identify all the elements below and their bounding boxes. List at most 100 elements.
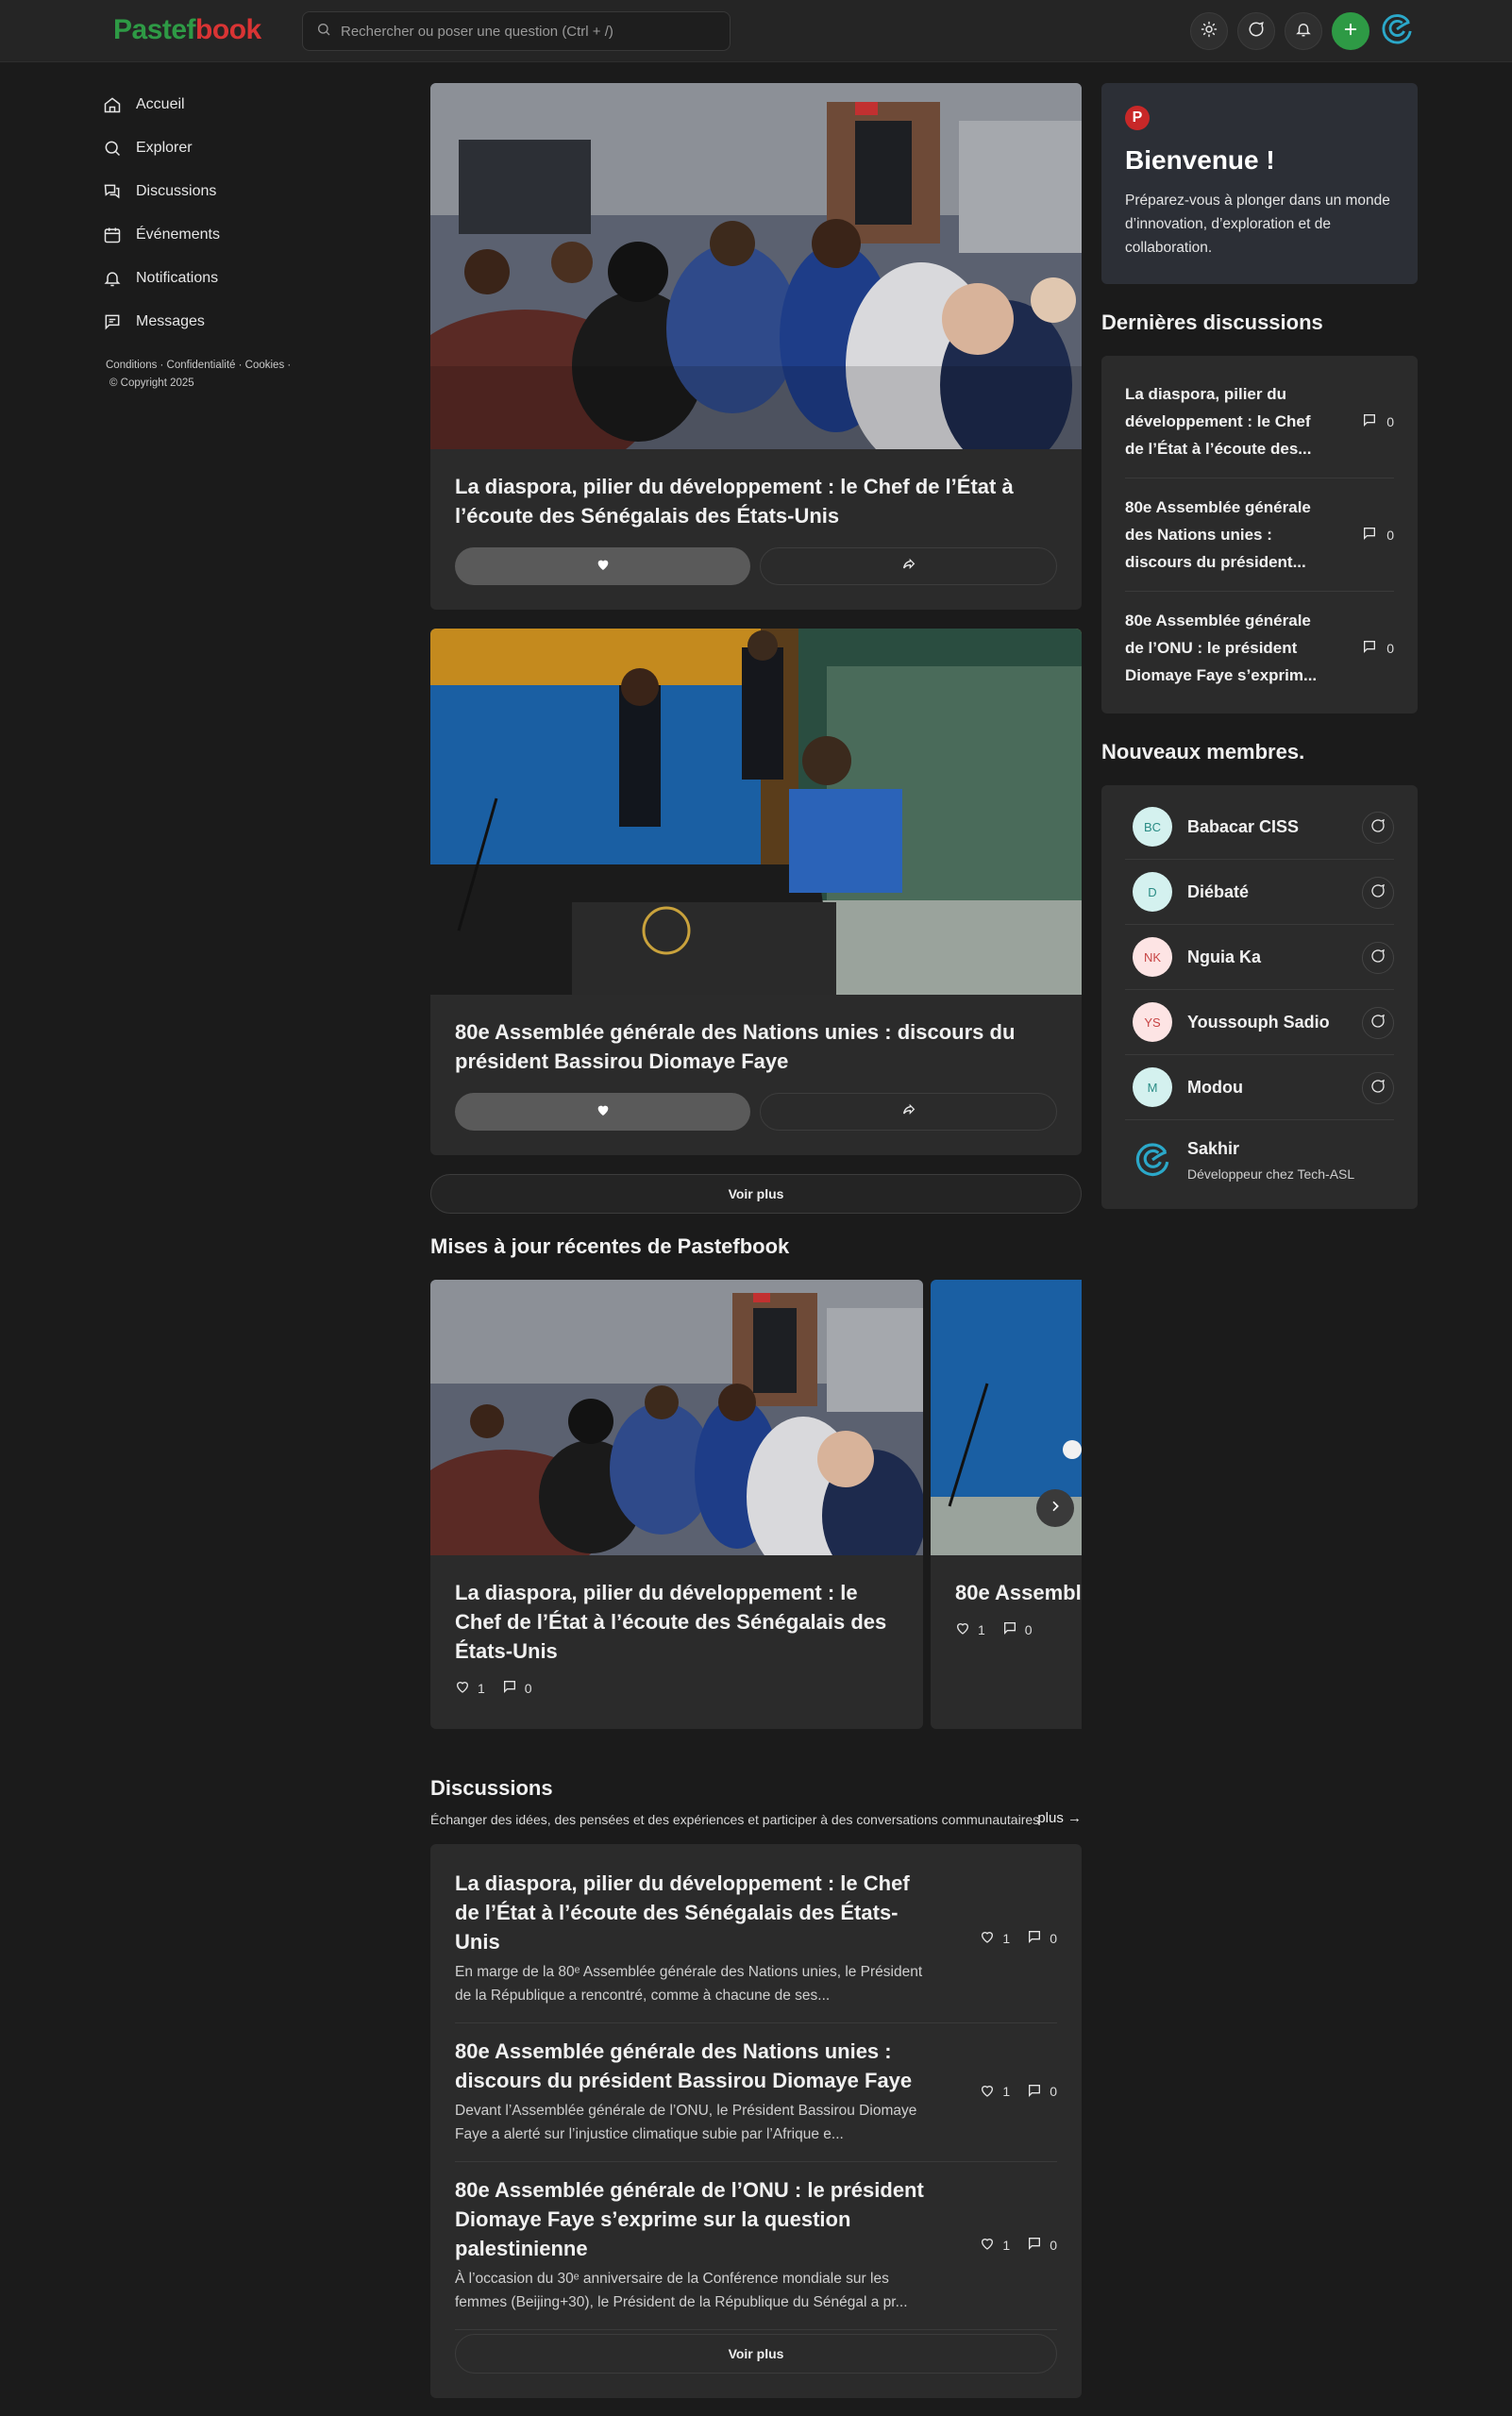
discussion-title[interactable]: 80e Assemblée générale de l’ONU : le pré… bbox=[455, 2175, 936, 2263]
discussion-excerpt: Devant l’Assemblée générale de l’ONU, le… bbox=[455, 2103, 917, 2142]
search-box[interactable] bbox=[302, 11, 731, 51]
member-name[interactable]: Babacar CISS bbox=[1187, 817, 1299, 837]
member-name[interactable]: Nguia Ka bbox=[1187, 948, 1261, 967]
post-title[interactable]: 80e Assemblée générale des Nations unies… bbox=[455, 1017, 1057, 1076]
comment-count[interactable]: 0 bbox=[1027, 2236, 1057, 2254]
discussion-title[interactable]: 80e Assemblée générale des Nations unies… bbox=[455, 2037, 936, 2095]
share-button[interactable] bbox=[760, 1093, 1057, 1131]
discussion-excerpt: À l’occasion du 30ᵉ anniversaire de la C… bbox=[455, 2271, 908, 2310]
comment-count[interactable]: 0 bbox=[1027, 2083, 1057, 2101]
profile-button[interactable] bbox=[1378, 12, 1416, 50]
latest-discussion-item[interactable]: 80e Assemblée générale des Nations unies… bbox=[1125, 478, 1394, 592]
search-input[interactable] bbox=[341, 23, 718, 40]
member-name[interactable]: Youssouph Sadio bbox=[1187, 1013, 1330, 1032]
member-name[interactable]: Modou bbox=[1187, 1078, 1243, 1098]
sidebar-item-evenements[interactable]: Événements bbox=[102, 213, 328, 257]
post-card[interactable]: 80e Assemblée générale des Nations unies… bbox=[430, 629, 1082, 1155]
like-count[interactable]: 1 bbox=[980, 2083, 1010, 2101]
comment-icon bbox=[1027, 2083, 1042, 2101]
carousel-next-button[interactable] bbox=[1036, 1489, 1074, 1527]
latest-discussions-title: Dernières discussions bbox=[1101, 310, 1323, 334]
discussions-more-link[interactable]: plus → bbox=[1037, 1810, 1082, 1826]
main-feed: La diaspora, pilier du développement : l… bbox=[430, 83, 1082, 2398]
discussion-item[interactable]: La diaspora, pilier du développement : l… bbox=[455, 1855, 1057, 2023]
developer-name[interactable]: Sakhir bbox=[1187, 1139, 1354, 1159]
message-member-button[interactable] bbox=[1362, 1007, 1394, 1039]
comment-icon bbox=[502, 1679, 517, 1697]
post-image bbox=[430, 83, 1082, 449]
sun-icon bbox=[1201, 21, 1218, 42]
message-member-button[interactable] bbox=[1362, 812, 1394, 844]
chat-icon bbox=[1370, 818, 1386, 838]
member-item[interactable]: YS Youssouph Sadio bbox=[1125, 990, 1394, 1055]
heart-icon bbox=[955, 1620, 970, 1638]
welcome-card: P Bienvenue ! Préparez-vous à plonger da… bbox=[1101, 83, 1418, 284]
discussion-item[interactable]: 80e Assemblée générale des Nations unies… bbox=[455, 2023, 1057, 2162]
message-member-button[interactable] bbox=[1362, 877, 1394, 909]
comment-icon bbox=[1027, 2236, 1042, 2254]
update-title[interactable]: 80e Assemblée générale des Nations unies… bbox=[955, 1578, 1082, 1607]
search-icon bbox=[102, 138, 123, 159]
sidebar-item-accueil[interactable]: Accueil bbox=[102, 83, 328, 126]
sidebar-item-discussions[interactable]: Discussions bbox=[102, 170, 328, 213]
comment-count: 0 bbox=[1362, 412, 1394, 430]
discussions-icon bbox=[102, 181, 123, 202]
comment-count[interactable]: 0 bbox=[502, 1679, 532, 1697]
post-title[interactable]: La diaspora, pilier du développement : l… bbox=[455, 472, 1057, 530]
chat-button[interactable] bbox=[1237, 12, 1275, 50]
sidebar-item-notifications[interactable]: Notifications bbox=[102, 257, 328, 300]
update-card[interactable]: La diaspora, pilier du développement : l… bbox=[430, 1280, 923, 1729]
chat-icon bbox=[1370, 1079, 1386, 1099]
discussions-title: Discussions bbox=[430, 1776, 553, 1800]
comment-icon bbox=[1362, 639, 1377, 657]
feed-voir-plus-button[interactable]: Voir plus bbox=[430, 1174, 1082, 1214]
comment-count[interactable]: 0 bbox=[1002, 1620, 1033, 1638]
member-name[interactable]: Diébaté bbox=[1187, 882, 1249, 902]
footer-links[interactable]: Conditions · Confidentialité · Cookies · bbox=[106, 357, 328, 375]
updates-carousel[interactable]: La diaspora, pilier du développement : l… bbox=[430, 1280, 1082, 1729]
member-item[interactable]: D Diébaté bbox=[1125, 860, 1394, 925]
member-item[interactable]: BC Babacar CISS bbox=[1125, 795, 1394, 860]
app-logo-icon bbox=[1379, 11, 1415, 52]
share-icon bbox=[901, 1102, 916, 1122]
update-title[interactable]: La diaspora, pilier du développement : l… bbox=[455, 1578, 899, 1666]
comment-icon bbox=[1362, 412, 1377, 430]
chevron-right-icon bbox=[1048, 1499, 1063, 1518]
discussions-voir-plus-button[interactable]: Voir plus bbox=[455, 2334, 1057, 2374]
like-count[interactable]: 1 bbox=[980, 2236, 1010, 2254]
avatar: BC bbox=[1133, 807, 1172, 847]
post-image bbox=[430, 629, 1082, 995]
latest-discussion-item[interactable]: 80e Assemblée générale de l’ONU : le pré… bbox=[1125, 592, 1394, 704]
discussion-item[interactable]: 80e Assemblée générale de l’ONU : le pré… bbox=[455, 2162, 1057, 2330]
discussion-excerpt: En marge de la 80ᵉ Assemblée générale de… bbox=[455, 1964, 923, 2004]
latest-discussion-item[interactable]: La diaspora, pilier du développement : l… bbox=[1125, 365, 1394, 478]
message-member-button[interactable] bbox=[1362, 942, 1394, 974]
theme-toggle-button[interactable] bbox=[1190, 12, 1228, 50]
right-sidebar: P Bienvenue ! Préparez-vous à plonger da… bbox=[1101, 83, 1418, 1209]
like-count[interactable]: 1 bbox=[980, 1929, 1010, 1947]
pastef-badge-icon: P bbox=[1125, 106, 1150, 130]
developer-role: Développeur chez Tech-ASL bbox=[1187, 1166, 1355, 1182]
discussion-title[interactable]: La diaspora, pilier du développement : l… bbox=[455, 1869, 936, 1956]
create-button[interactable] bbox=[1332, 12, 1369, 50]
post-card[interactable]: La diaspora, pilier du développement : l… bbox=[430, 83, 1082, 610]
sidebar-item-explorer[interactable]: Explorer bbox=[102, 126, 328, 170]
heart-icon bbox=[596, 557, 611, 577]
message-member-button[interactable] bbox=[1362, 1072, 1394, 1104]
like-button[interactable] bbox=[455, 1093, 750, 1131]
plus-icon bbox=[1342, 21, 1359, 42]
member-item[interactable]: M Modou bbox=[1125, 1055, 1394, 1120]
share-button[interactable] bbox=[760, 547, 1057, 585]
notifications-button[interactable] bbox=[1285, 12, 1322, 50]
welcome-title: Bienvenue ! bbox=[1125, 145, 1275, 175]
developer-credit[interactable]: Sakhir Développeur chez Tech-ASL bbox=[1125, 1120, 1394, 1200]
comment-count[interactable]: 0 bbox=[1027, 1929, 1057, 1947]
calendar-icon bbox=[102, 225, 123, 245]
sidebar-item-messages[interactable]: Messages bbox=[102, 300, 328, 344]
home-icon bbox=[102, 94, 123, 115]
like-count[interactable]: 1 bbox=[455, 1679, 485, 1697]
like-count[interactable]: 1 bbox=[955, 1620, 985, 1638]
app-logo[interactable]: Pastefbook bbox=[113, 14, 261, 46]
member-item[interactable]: NK Nguia Ka bbox=[1125, 925, 1394, 990]
like-button[interactable] bbox=[455, 547, 750, 585]
